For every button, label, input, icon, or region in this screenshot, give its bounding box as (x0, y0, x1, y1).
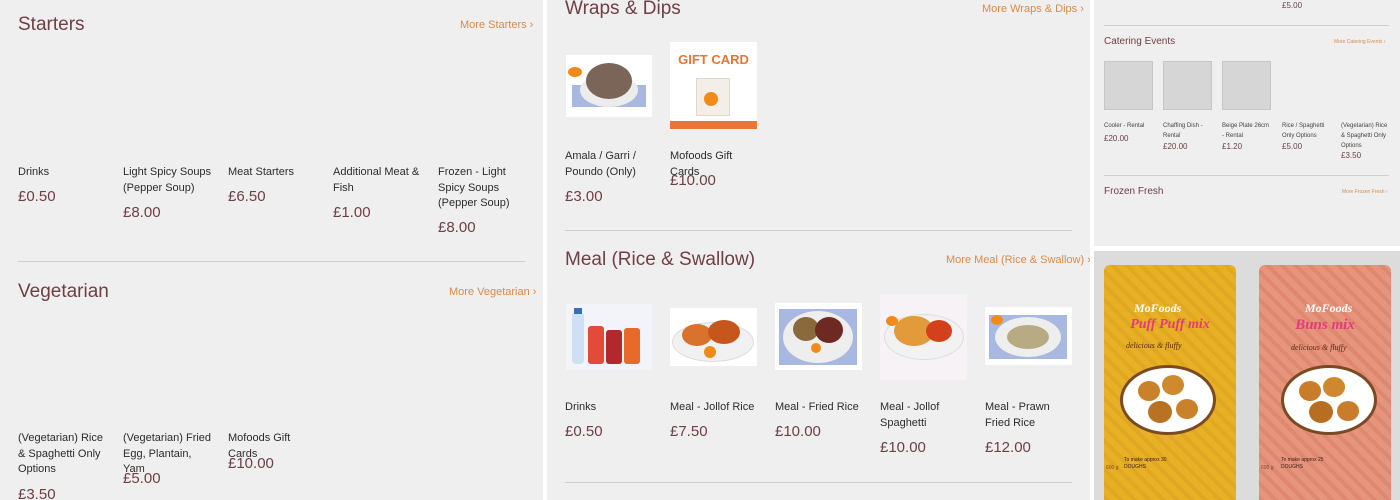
product-price: £12.00 (985, 439, 1031, 456)
product-price: £5.00 (123, 470, 161, 487)
product-price: £10.00 (670, 172, 716, 189)
pouch-brand: MoFoods (1134, 301, 1182, 315)
fried-rice-image[interactable] (775, 303, 862, 370)
section-title-meal: Meal (Rice & Swallow) (565, 249, 756, 270)
product-name[interactable]: Meal - Prawn Fried Rice (985, 400, 1075, 431)
section-title-wraps: Wraps & Dips (565, 0, 681, 19)
product-name[interactable]: Chaffing Dish - Rental (1163, 121, 1213, 141)
product-name[interactable]: Cooler - Rental (1104, 121, 1154, 131)
product-price: £7.50 (670, 423, 708, 440)
product-name[interactable]: Meal - Fried Rice (775, 400, 865, 416)
more-catering-link[interactable]: More Catering Events › (1334, 39, 1385, 45)
product-name[interactable]: (Vegetarian) Rice & Spaghetti Only Optio… (1341, 121, 1393, 151)
pouch-weight: 600 g (1261, 465, 1274, 471)
product-name[interactable]: Frozen - Light Spicy Soups (Pepper Soup) (438, 165, 528, 212)
product-name[interactable]: Drinks (18, 165, 108, 181)
more-vegetarian-link[interactable]: More Vegetarian › (449, 286, 536, 298)
section-title-catering: Catering Events (1104, 36, 1176, 47)
product-price: £6.50 (228, 188, 266, 205)
section-divider (18, 261, 525, 262)
product-price: £10.00 (880, 439, 926, 456)
pouch-product: Puff Puff mix (1130, 317, 1210, 332)
section-divider (1104, 25, 1389, 26)
product-name[interactable]: Meal - Jollof Rice (670, 400, 760, 416)
product-price: £3.50 (18, 486, 56, 500)
product-price: £0.50 (565, 423, 603, 440)
product-price: £3.00 (565, 188, 603, 205)
gift-card-image[interactable]: GIFT CARD (670, 42, 757, 129)
drinks-image[interactable] (566, 304, 652, 370)
pouch-note: To make approx 25 DOUGHS (1281, 457, 1324, 470)
section-divider (1104, 175, 1389, 176)
product-name[interactable]: Meat Starters (228, 165, 318, 181)
more-starters-link[interactable]: More Starters › (460, 19, 533, 31)
product-price: £20.00 (1104, 134, 1129, 143)
product-packaging-image: MoFoods Puff Puff mix delicious & fluffy… (1094, 251, 1400, 500)
wraps-meal-panel: Wraps & Dips More Wraps & Dips › GIFT CA… (547, 0, 1090, 500)
product-price: £20.00 (1163, 142, 1188, 151)
product-price: £10.00 (775, 423, 821, 440)
product-price: £0.50 (18, 188, 56, 205)
chaffing-dish-placeholder-image[interactable] (1163, 61, 1212, 110)
pouch-weight: 600 g (1106, 465, 1119, 471)
section-divider (565, 482, 1072, 483)
section-title-starters: Starters (18, 14, 85, 35)
section-title-frozen: Frozen Fresh (1104, 186, 1164, 197)
pouch-tagline: delicious & fluffy (1291, 343, 1347, 352)
more-wraps-link[interactable]: More Wraps & Dips › (982, 3, 1084, 15)
product-price: £5.00 (1282, 1, 1303, 10)
pouch-product: Buns mix (1295, 317, 1355, 333)
plate-placeholder-image[interactable] (1222, 61, 1271, 110)
product-name[interactable]: Meal - Jollof Spaghetti (880, 400, 970, 431)
product-name[interactable]: Additional Meat & Fish (333, 165, 423, 196)
more-meal-link[interactable]: More Meal (Rice & Swallow) › (946, 254, 1090, 266)
pouch-tagline: delicious & fluffy (1126, 341, 1182, 350)
section-divider (565, 230, 1072, 231)
catering-panel: £5.00 Catering Events More Catering Even… (1094, 0, 1400, 246)
pouch-brand: MoFoods (1305, 301, 1353, 315)
product-price: £3.50 (1341, 151, 1362, 160)
puff-puff-mix-pouch[interactable]: MoFoods Puff Puff mix delicious & fluffy… (1104, 265, 1236, 500)
product-name[interactable]: Drinks (565, 400, 655, 416)
product-price: £8.00 (438, 219, 476, 236)
prawn-fried-rice-image[interactable] (985, 307, 1072, 365)
more-frozen-link[interactable]: More Frozen Fresh › (1342, 189, 1388, 195)
product-price: £1.20 (1222, 142, 1243, 151)
product-price: £1.00 (333, 204, 371, 221)
starters-vegetarian-panel: Starters More Starters › Drinks £0.50 Li… (0, 0, 543, 500)
pouch-plate (1281, 365, 1377, 435)
cooler-placeholder-image[interactable] (1104, 61, 1153, 110)
product-name[interactable]: Rice / Spaghetti Only Options (1282, 121, 1332, 141)
product-price: £5.00 (1282, 142, 1303, 151)
buns-mix-pouch[interactable]: MoFoods Buns mix delicious & fluffy To m… (1259, 265, 1391, 500)
gift-card-label: GIFT CARD (678, 52, 749, 67)
product-name[interactable]: Amala / Garri / Poundo (Only) (565, 149, 655, 180)
product-price: £10.00 (228, 455, 274, 472)
product-name[interactable]: (Vegetarian) Rice & Spaghetti Only Optio… (18, 431, 108, 478)
jollof-spaghetti-image[interactable] (880, 294, 967, 380)
product-name[interactable]: Beige Plate 26cm - Rental (1222, 121, 1272, 141)
jollof-rice-image[interactable] (670, 308, 757, 366)
section-title-vegetarian: Vegetarian (18, 281, 109, 302)
product-price: £8.00 (123, 204, 161, 221)
pouch-note: To make approx 30 DOUGHS (1124, 457, 1167, 470)
amala-image[interactable] (566, 55, 652, 117)
product-name[interactable]: Light Spicy Soups (Pepper Soup) (123, 165, 213, 196)
